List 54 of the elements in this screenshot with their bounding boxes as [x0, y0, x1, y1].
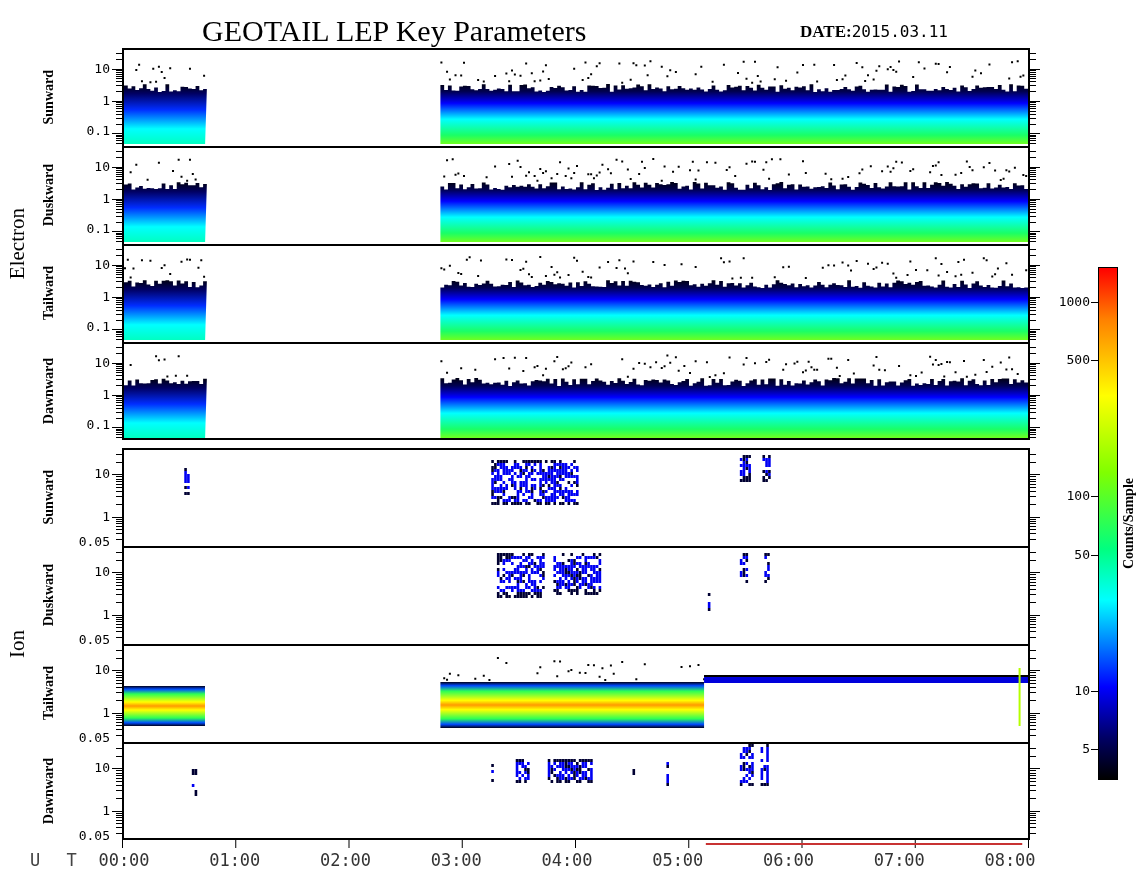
axis-tick-label: 01:00 — [208, 850, 262, 870]
panel-label: Tailward — [41, 666, 57, 720]
panel-label: Dawnward — [41, 357, 57, 425]
axis-tick-label: 10 — [94, 159, 110, 174]
axis-tick-label: 0.05 — [78, 731, 110, 746]
axis-tick-label: 1 — [102, 607, 110, 622]
axis-tick-label: 1 — [102, 705, 110, 720]
axis-tick-label: 10 — [94, 761, 110, 776]
axis-tick-label: 04:00 — [540, 850, 594, 870]
axis-tick-label: 10 — [94, 565, 110, 580]
axis-tick-label: 10 — [94, 61, 110, 76]
axis-tick-label: 0.1 — [86, 222, 110, 237]
axis-tick-label: 0.05 — [78, 633, 110, 648]
axis-tick-label: 10 — [94, 355, 110, 370]
axis-tick-label: 0.1 — [86, 320, 110, 335]
date-label: DATE: — [800, 22, 852, 41]
axis-tick-label: 10 — [94, 467, 110, 482]
panel-label: Duskward — [41, 163, 57, 227]
axis-tick-label: 1 — [102, 509, 110, 524]
axis-tick-label: 05:00 — [651, 850, 705, 870]
colorbar-tick-label: 50 — [1074, 547, 1090, 562]
axis-tick-label: 1 — [102, 803, 110, 818]
axis-tick-label: 1 — [102, 93, 110, 108]
colorbar-tick-label: 100 — [1066, 489, 1090, 504]
colorbar-label: Counts/Sample — [1121, 478, 1137, 569]
axis-unit-label: U T — [30, 850, 85, 870]
axis-tick-label: 08:00 — [983, 850, 1037, 870]
group-label: Ion — [4, 630, 30, 658]
panel-label: Duskward — [41, 563, 57, 627]
axis-tick-label: 0.05 — [78, 535, 110, 550]
axis-tick-label: 10 — [94, 257, 110, 272]
axis-tick-label: 0.1 — [86, 418, 110, 433]
panel-label: Dawnward — [41, 757, 57, 825]
panel-label: Sunward — [41, 469, 57, 525]
panel-label: Sunward — [41, 69, 57, 125]
axis-tick-label: 00:00 — [97, 850, 151, 870]
date-value: 2015.03.11 — [851, 22, 948, 41]
axis-tick-label: 1 — [102, 387, 110, 402]
axis-tick-label: 03:00 — [429, 850, 483, 870]
chart-title: GEOTAIL LEP Key Parameters — [202, 16, 588, 46]
axis-tick-label: 02:00 — [318, 850, 373, 870]
axis-tick-label: 10 — [94, 663, 110, 678]
panel-label: Tailward — [41, 266, 57, 320]
colorbar-tick-label: 500 — [1066, 353, 1090, 368]
colorbar-tick-label: 10 — [1074, 683, 1090, 698]
group-label: Electron — [4, 208, 30, 280]
axis-tick-label: 1 — [102, 289, 110, 304]
axis-tick-label: 0.05 — [78, 829, 110, 844]
axis-tick-label: 0.1 — [86, 124, 110, 139]
colorbar-tick-label: 1000 — [1058, 294, 1090, 309]
axis-tick-label: 06:00 — [761, 850, 816, 870]
axis-tick-label: 07:00 — [872, 850, 926, 870]
axis-tick-label: 1 — [102, 191, 110, 206]
colorbar-tick-label: 5 — [1082, 742, 1090, 757]
